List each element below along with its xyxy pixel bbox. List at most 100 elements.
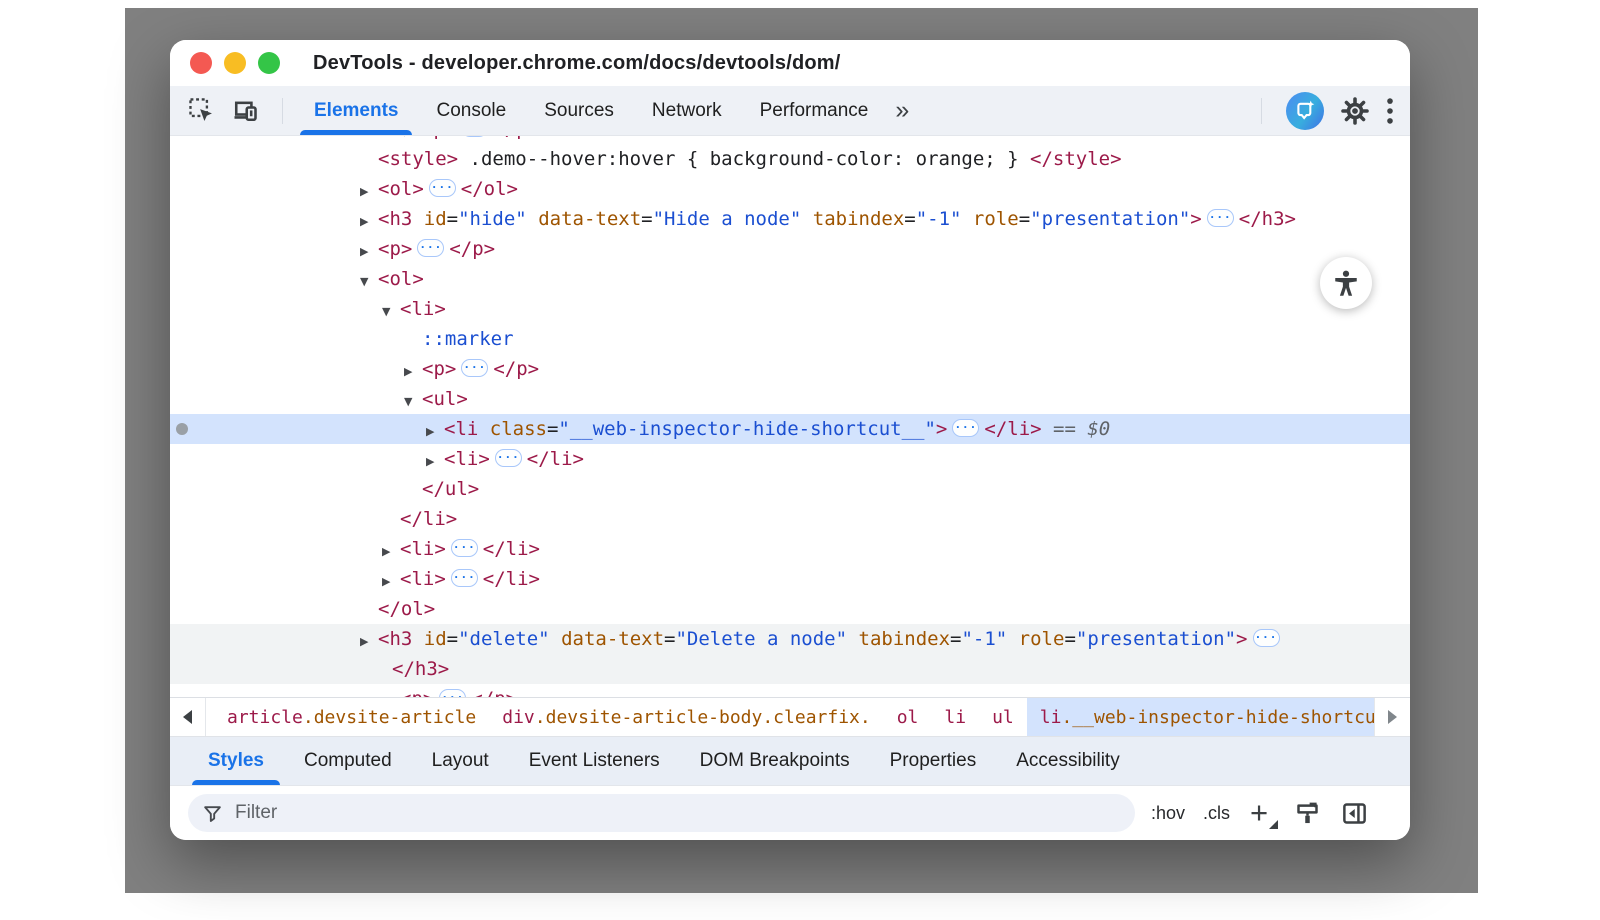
chevron-collapsed-icon[interactable]: ▶ bbox=[404, 357, 422, 387]
chevron-expanded-icon[interactable]: ▼ bbox=[360, 267, 378, 297]
dom-tree-row[interactable]: ▼<ol> bbox=[170, 264, 1410, 294]
dom-tree-row[interactable]: ▶<ol>···</ol> bbox=[170, 174, 1410, 204]
chevron-collapsed-icon[interactable]: ▶ bbox=[360, 237, 378, 267]
tab-elements[interactable]: Elements bbox=[295, 86, 417, 135]
dom-tree-row[interactable]: ▶<li>···</li> bbox=[170, 444, 1410, 474]
breadcrumb-item-ol[interactable]: ol bbox=[884, 698, 932, 736]
expand-ellipsis-button[interactable]: ··· bbox=[1253, 629, 1280, 647]
accessibility-person-icon[interactable] bbox=[1320, 257, 1372, 309]
code-token: = bbox=[1019, 208, 1030, 230]
sidebar-tab-dom-breakpoints[interactable]: DOM Breakpoints bbox=[680, 737, 870, 785]
dom-tree-row[interactable]: ▶<li class="__web-inspector-hide-shortcu… bbox=[170, 414, 1410, 444]
breadcrumb-item-li[interactable]: li bbox=[931, 698, 979, 736]
device-toolbar-icon[interactable] bbox=[230, 96, 260, 126]
dom-tree-row[interactable]: ▶<p>···</p> bbox=[170, 136, 1410, 144]
dom-tree-row[interactable]: <style> .demo--hover:hover { background-… bbox=[170, 144, 1410, 174]
sidebar-tab-computed[interactable]: Computed bbox=[284, 737, 412, 785]
sidebar-toggle-icon[interactable] bbox=[1341, 800, 1368, 827]
breadcrumb-item-div.devsite-article-body.clearfix.[interactable]: div.devsite-article-body.clearfix. bbox=[489, 698, 883, 736]
dom-tree-row[interactable]: ▶<li>···</li> bbox=[170, 564, 1410, 594]
crumb-class: .devsite-article-body.clearfix. bbox=[535, 707, 871, 728]
expand-ellipsis-button[interactable]: ··· bbox=[461, 136, 488, 137]
expand-ellipsis-button[interactable]: ··· bbox=[495, 449, 522, 467]
expand-ellipsis-button[interactable]: ··· bbox=[952, 419, 979, 437]
dom-tree-row[interactable]: ▶<p>···</p> bbox=[170, 684, 1410, 697]
crumb-tag: li bbox=[944, 707, 966, 728]
chevron-collapsed-icon[interactable]: ▶ bbox=[382, 537, 400, 567]
inspect-cursor-icon[interactable] bbox=[186, 96, 216, 126]
code-token: "Hide a node" bbox=[653, 208, 802, 230]
sidebar-tab-styles[interactable]: Styles bbox=[188, 737, 284, 785]
tab-network[interactable]: Network bbox=[633, 86, 741, 135]
minimize-button[interactable] bbox=[224, 52, 246, 74]
sidebar-tab-layout[interactable]: Layout bbox=[412, 737, 509, 785]
chevron-collapsed-icon[interactable]: ▶ bbox=[382, 687, 400, 697]
code-token: </li> bbox=[483, 538, 540, 560]
code-token: <p> bbox=[400, 688, 434, 697]
filter-field[interactable] bbox=[188, 794, 1135, 832]
tab-sources[interactable]: Sources bbox=[525, 86, 633, 135]
ai-assistant-icon[interactable] bbox=[1286, 92, 1324, 130]
expand-ellipsis-button[interactable]: ··· bbox=[429, 179, 456, 197]
chevron-collapsed-icon[interactable]: ▶ bbox=[426, 417, 444, 447]
breadcrumb-item-li.__web-inspector-hide-shortcut__[interactable]: li.__web-inspector-hide-shortcut__ bbox=[1027, 698, 1410, 736]
dom-tree-row[interactable]: ▶<p>···</p> bbox=[170, 354, 1410, 384]
zoom-button[interactable] bbox=[258, 52, 280, 74]
settings-gear-icon[interactable] bbox=[1340, 96, 1370, 126]
dom-tree-row[interactable]: ::marker bbox=[170, 324, 1410, 354]
tab-console[interactable]: Console bbox=[417, 86, 525, 135]
code-token: </h3> bbox=[1239, 208, 1296, 230]
code-token: "hide" bbox=[458, 208, 527, 230]
dom-tree-row[interactable]: ▶<h3 id="hide" data-text="Hide a node" t… bbox=[170, 204, 1410, 234]
dom-tree-row[interactable]: ▼<li> bbox=[170, 294, 1410, 324]
expand-ellipsis-button[interactable]: ··· bbox=[439, 689, 466, 697]
close-button[interactable] bbox=[190, 52, 212, 74]
chevron-collapsed-icon[interactable]: ▶ bbox=[404, 136, 422, 144]
dom-tree-row[interactable]: ▶<p>···</p> bbox=[170, 234, 1410, 264]
toggle-hov[interactable]: :hov bbox=[1151, 803, 1185, 824]
code-token: <style> bbox=[378, 148, 458, 170]
breadcrumb-item-ul[interactable]: ul bbox=[979, 698, 1027, 736]
code-token: "-1" bbox=[961, 628, 1007, 650]
expand-ellipsis-button[interactable]: ··· bbox=[451, 569, 478, 587]
expand-ellipsis-button[interactable]: ··· bbox=[1207, 209, 1234, 227]
toggle-cls[interactable]: .cls bbox=[1203, 803, 1230, 824]
code-token: > bbox=[1236, 628, 1247, 650]
chevron-collapsed-icon[interactable]: ▶ bbox=[360, 177, 378, 207]
breadcrumb-scroll-left[interactable] bbox=[170, 698, 206, 736]
chevron-expanded-icon[interactable]: ▼ bbox=[382, 297, 400, 327]
sidebar-tab-accessibility[interactable]: Accessibility bbox=[996, 737, 1139, 785]
dom-tree-row[interactable]: </ol> bbox=[170, 594, 1410, 624]
expand-ellipsis-button[interactable]: ··· bbox=[451, 539, 478, 557]
breadcrumb-scroll-right[interactable] bbox=[1374, 698, 1410, 736]
filter-input[interactable] bbox=[233, 801, 933, 825]
more-kebab-icon[interactable] bbox=[1386, 97, 1394, 125]
expand-ellipsis-button[interactable]: ··· bbox=[461, 359, 488, 377]
breadcrumb-item-article.devsite-article[interactable]: article.devsite-article bbox=[214, 698, 489, 736]
code-token: .demo--hover:hover { background-color: o… bbox=[458, 148, 1030, 170]
chevron-collapsed-icon[interactable]: ▶ bbox=[360, 627, 378, 657]
code-token: = bbox=[447, 208, 458, 230]
dom-tree-panel: ▶<p>···</p><style> .demo--hover:hover { … bbox=[170, 136, 1410, 697]
rendering-brush-icon[interactable] bbox=[1294, 800, 1321, 827]
dom-tree-row[interactable]: </h3> bbox=[170, 654, 1410, 684]
dom-tree-row[interactable]: </ul> bbox=[170, 474, 1410, 504]
code-token: tabindex bbox=[847, 628, 950, 650]
sidebar-tab-properties[interactable]: Properties bbox=[870, 737, 997, 785]
chevron-collapsed-icon[interactable]: ▶ bbox=[382, 567, 400, 597]
more-tabs-button[interactable]: » bbox=[895, 96, 907, 125]
dom-tree-row[interactable]: </li> bbox=[170, 504, 1410, 534]
sidebar-tab-event-listeners[interactable]: Event Listeners bbox=[509, 737, 680, 785]
tab-performance[interactable]: Performance bbox=[741, 86, 888, 135]
chevron-expanded-icon[interactable]: ▼ bbox=[404, 387, 422, 417]
dom-tree-row[interactable]: ▶<h3 id="delete" data-text="Delete a nod… bbox=[170, 624, 1410, 654]
screenshot-stage: DevTools - developer.chrome.com/docs/dev… bbox=[0, 0, 1600, 920]
new-style-rule-button[interactable]: + bbox=[1250, 799, 1274, 827]
dom-tree-row[interactable]: ▼<ul> bbox=[170, 384, 1410, 414]
expand-ellipsis-button[interactable]: ··· bbox=[417, 239, 444, 257]
dom-tree-row[interactable]: ▶<li>···</li> bbox=[170, 534, 1410, 564]
code-token: <ol> bbox=[378, 178, 424, 200]
chevron-collapsed-icon[interactable]: ▶ bbox=[360, 207, 378, 237]
chevron-collapsed-icon[interactable]: ▶ bbox=[426, 447, 444, 477]
state-toggles: :hov .cls bbox=[1151, 803, 1230, 824]
